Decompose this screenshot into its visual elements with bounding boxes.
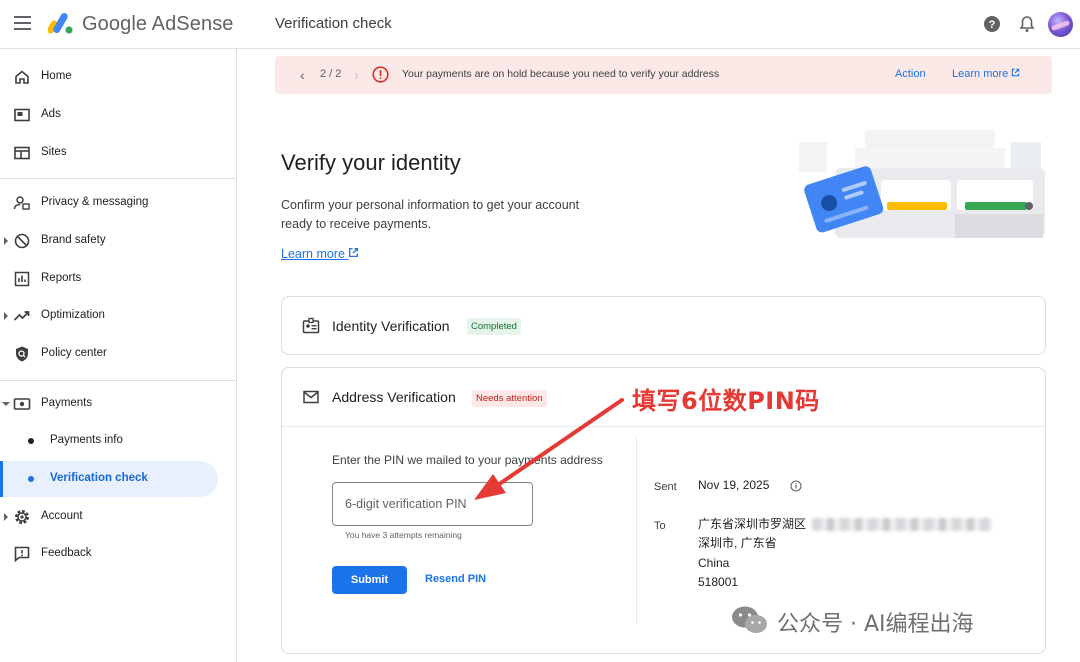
id-card-illustration — [799, 130, 1045, 238]
sidebar-item-label: Ads — [41, 108, 61, 120]
sidebar-item-label: Privacy & messaging — [41, 196, 149, 208]
ads-icon — [14, 108, 30, 122]
status-badge: Completed — [467, 318, 521, 335]
learn-more-link[interactable]: Learn more — [281, 247, 359, 261]
attempts-remaining: You have 3 attempts remaining — [345, 530, 462, 540]
verify-title: Verify your identity — [281, 150, 461, 175]
address-line-1: 广东省深圳市罗湖区 — [698, 517, 807, 531]
link-label: Learn more — [281, 247, 345, 261]
bell-icon[interactable] — [1017, 14, 1037, 34]
reports-icon — [14, 271, 30, 287]
chevron-left-icon[interactable]: ‹ — [300, 67, 305, 83]
bullet-icon — [28, 476, 34, 482]
to-label: To — [654, 520, 666, 532]
sidebar-item-label: Feedback — [41, 547, 92, 559]
pin-input[interactable] — [332, 482, 533, 526]
alert-banner: ‹ 2 / 2 › Your payments are on hold beca… — [275, 56, 1052, 94]
brand-name: Google AdSense — [82, 13, 234, 35]
identity-verification-card[interactable]: Identity Verification Completed — [281, 296, 1046, 355]
mail-icon — [303, 390, 319, 404]
svg-text:?: ? — [989, 19, 996, 31]
sidebar-item-verification-check[interactable]: Verification check — [0, 461, 218, 497]
redacted-address — [812, 518, 992, 531]
banner-counter: 2 / 2 — [320, 68, 342, 80]
sidebar-item-label: Account — [41, 510, 83, 522]
banner-learn-more-link[interactable]: Learn more — [952, 68, 1020, 80]
trending-icon — [13, 311, 30, 321]
sidebar-item-payments-info[interactable]: Payments info — [0, 423, 237, 459]
watermark-text: 公众号 · AI编程出海 — [777, 612, 974, 637]
page-title: Verification check — [275, 15, 392, 32]
status-badge: Needs attention — [472, 390, 547, 407]
top-bar: Google AdSense Verification check ? — [0, 0, 1080, 49]
adsense-logo — [48, 13, 73, 34]
sidebar-item-home[interactable]: Home — [0, 59, 237, 95]
privacy-icon — [13, 196, 30, 210]
resend-pin-link[interactable]: Resend PIN — [425, 573, 486, 585]
chevron-right-icon[interactable]: › — [354, 67, 359, 83]
pin-prompt: Enter the PIN we mailed to your payments… — [332, 453, 603, 467]
sidebar-item-label: Reports — [41, 272, 82, 284]
sidebar-item-feedback[interactable]: Feedback — [0, 536, 237, 572]
sidebar-item-label: Payments — [41, 397, 93, 409]
verify-description: Confirm your personal information to get… — [281, 198, 580, 231]
home-icon — [15, 70, 29, 84]
help-icon[interactable]: ? — [982, 14, 1002, 34]
external-link-icon — [1012, 68, 1020, 77]
sidebar-item-label: Verification check — [50, 472, 148, 484]
menu-icon[interactable] — [14, 16, 31, 30]
sidebar-item-reports[interactable]: Reports — [0, 261, 237, 297]
sidebar-item-label: Policy center — [41, 347, 107, 359]
address-line-4: 518001 — [698, 575, 739, 589]
sidebar-item-policy-center[interactable]: Policy center — [0, 336, 237, 372]
external-link-icon — [349, 247, 359, 258]
sites-icon — [14, 146, 30, 160]
sent-label: Sent — [654, 481, 677, 493]
sidebar-item-account[interactable]: Account — [0, 499, 237, 535]
sidebar-item-brand-safety[interactable]: Brand safety — [0, 223, 237, 259]
annotation-label: 填写6位数PIN码 — [632, 387, 820, 415]
error-icon — [372, 66, 389, 83]
sidebar: Home Ads Sites Privacy & messaging Brand… — [0, 49, 237, 662]
collapse-icon[interactable] — [2, 402, 10, 406]
sidebar-item-ads[interactable]: Ads — [0, 97, 237, 133]
sidebar-item-label: Home — [41, 70, 72, 82]
submit-button[interactable]: Submit — [332, 566, 407, 594]
address-line-2: 深圳市, 广东省 — [698, 536, 777, 550]
policy-icon — [16, 346, 28, 362]
info-icon[interactable] — [790, 480, 802, 492]
watermark: 公众号 · AI编程出海 — [730, 603, 1050, 637]
identity-card-title: Identity Verification — [332, 318, 450, 334]
expand-icon[interactable] — [4, 237, 8, 245]
banner-action-link[interactable]: Action — [895, 68, 926, 80]
sidebar-item-label: Brand safety — [41, 234, 106, 246]
sidebar-item-label: Sites — [41, 146, 67, 158]
sidebar-item-privacy[interactable]: Privacy & messaging — [0, 185, 237, 221]
avatar[interactable] — [1048, 12, 1073, 37]
payments-icon — [13, 398, 31, 410]
sidebar-item-optimization[interactable]: Optimization — [0, 298, 237, 334]
expand-icon[interactable] — [4, 513, 8, 521]
block-icon — [14, 233, 30, 249]
card-divider — [282, 426, 1045, 427]
gear-icon — [15, 510, 29, 524]
feedback-icon — [14, 546, 30, 563]
sidebar-item-label: Payments info — [50, 434, 123, 446]
sidebar-item-payments[interactable]: Payments — [0, 386, 237, 422]
sent-date: Nov 19, 2025 — [698, 478, 770, 492]
sidebar-divider — [0, 178, 237, 179]
column-divider — [636, 438, 637, 624]
sidebar-item-sites[interactable]: Sites — [0, 135, 237, 171]
expand-icon[interactable] — [4, 312, 8, 320]
wechat-icon — [732, 606, 767, 633]
bullet-icon — [28, 438, 34, 444]
sidebar-divider — [0, 380, 237, 381]
banner-message: Your payments are on hold because you ne… — [402, 68, 720, 80]
sidebar-item-label: Optimization — [41, 309, 105, 321]
link-label: Learn more — [952, 68, 1009, 80]
id-badge-icon — [302, 317, 320, 334]
address-card-title: Address Verification — [332, 389, 456, 405]
address-line-3: China — [698, 556, 730, 570]
